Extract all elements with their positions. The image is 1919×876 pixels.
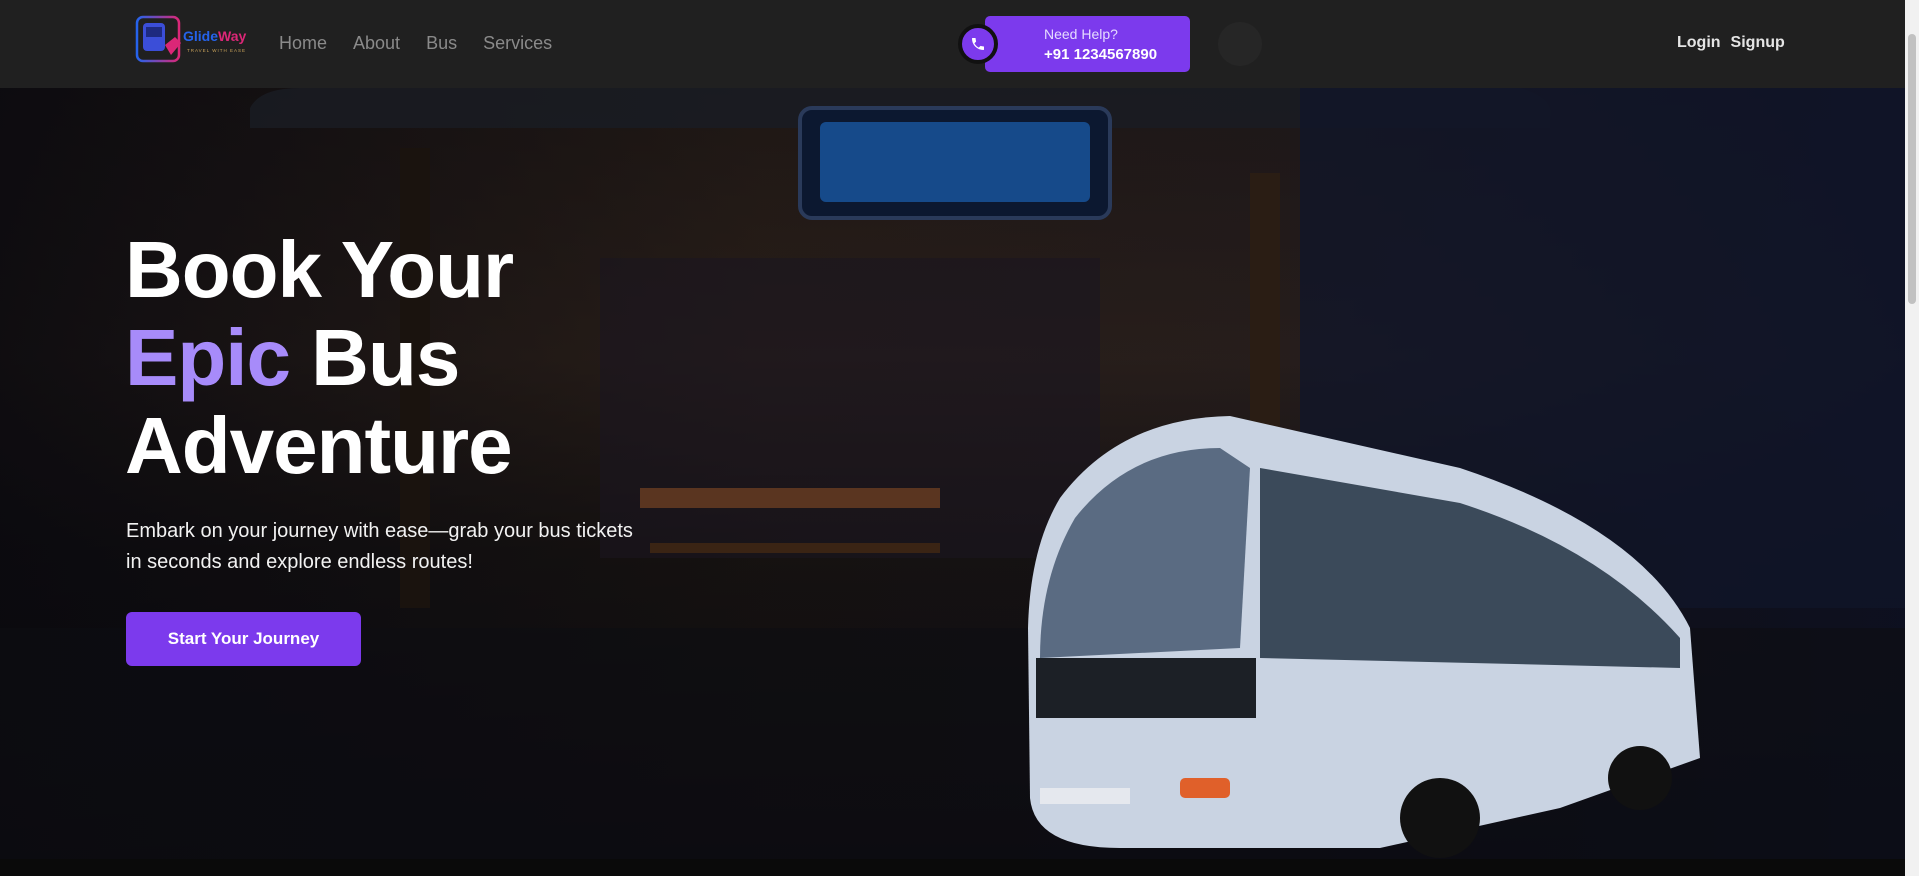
auth-links: Login Signup [1677, 34, 1785, 52]
phone-icon[interactable] [958, 24, 998, 64]
bottom-band [0, 859, 1905, 876]
title-line-1: Book Your [125, 225, 514, 314]
title-line-2: Bus [289, 313, 460, 402]
nav-bus[interactable]: Bus [426, 33, 457, 54]
svg-text:GlideWay: GlideWay [183, 28, 246, 44]
theme-toggle[interactable] [1218, 22, 1262, 66]
signup-link[interactable]: Signup [1731, 34, 1785, 52]
svg-text:TRAVEL WITH EASE: TRAVEL WITH EASE [187, 48, 246, 53]
login-link[interactable]: Login [1677, 34, 1721, 52]
moon-icon [1234, 36, 1243, 52]
start-journey-button[interactable]: Start Your Journey [126, 612, 361, 666]
nav-home[interactable]: Home [279, 33, 327, 54]
hero-title: Book Your Epic Bus Adventure [125, 225, 514, 490]
scrollbar-thumb[interactable] [1908, 34, 1916, 304]
title-line-3: Adventure [125, 401, 513, 490]
hero-section: Book Your Epic Bus Adventure Embark on y… [0, 88, 1905, 859]
hero-description: Embark on your journey with ease—grab yo… [126, 520, 633, 573]
bus-image [1028, 416, 1700, 858]
nav-services[interactable]: Services [483, 33, 552, 54]
help-button[interactable]: Need Help? +91 1234567890 [985, 16, 1190, 72]
nav-links: Home About Bus Services [279, 33, 552, 54]
help-title: Need Help? [1044, 26, 1118, 42]
help-phone: +91 1234567890 [1044, 46, 1158, 63]
title-accent: Epic [125, 313, 291, 402]
navbar: GlideWay TRAVEL WITH EASE Home About Bus… [0, 0, 1905, 88]
nav-about[interactable]: About [353, 33, 400, 54]
logo[interactable]: GlideWay TRAVEL WITH EASE [135, 15, 247, 63]
scrollbar[interactable] [1905, 0, 1919, 876]
